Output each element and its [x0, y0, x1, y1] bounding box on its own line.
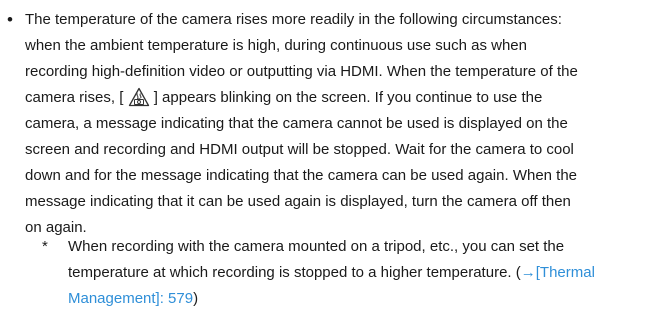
- note-text: ): [193, 290, 199, 307]
- note-text: temperature at which recording is stoppe…: [68, 264, 521, 281]
- paragraph-line: down and for the message indicating that…: [25, 167, 578, 184]
- note-line: When recording with the camera mounted o…: [68, 238, 565, 255]
- bullet-marker: •: [7, 10, 13, 29]
- thermal-management-link[interactable]: →[Thermal: [521, 264, 595, 281]
- camera-overheat-warning-icon: [128, 87, 149, 107]
- paragraph-line: message indicating that it can be used a…: [25, 193, 571, 210]
- paragraph-line: recording high-definition video or outpu…: [25, 63, 578, 80]
- paragraph-line: camera, a message indicating that the ca…: [25, 115, 568, 132]
- manual-page: • The temperature of the camera rises mo…: [0, 0, 656, 317]
- paragraph-line: when the ambient temperature is high, du…: [25, 37, 527, 54]
- paragraph-text: camera rises, [: [25, 89, 124, 106]
- note-line: temperature at which recording is stoppe…: [68, 260, 595, 286]
- paragraph-line: screen and recording and HDMI output wil…: [25, 141, 574, 158]
- paragraph-line: The temperature of the camera rises more…: [25, 11, 562, 28]
- note-marker: *: [42, 238, 48, 255]
- thermal-management-link-continued[interactable]: Management]: 579: [68, 290, 193, 307]
- paragraph-text: ] appears blinking on the screen. If you…: [153, 89, 543, 106]
- paragraph-line: camera rises, [ ] appears blinking on th…: [25, 85, 542, 111]
- note-line: Management]: 579): [68, 286, 198, 312]
